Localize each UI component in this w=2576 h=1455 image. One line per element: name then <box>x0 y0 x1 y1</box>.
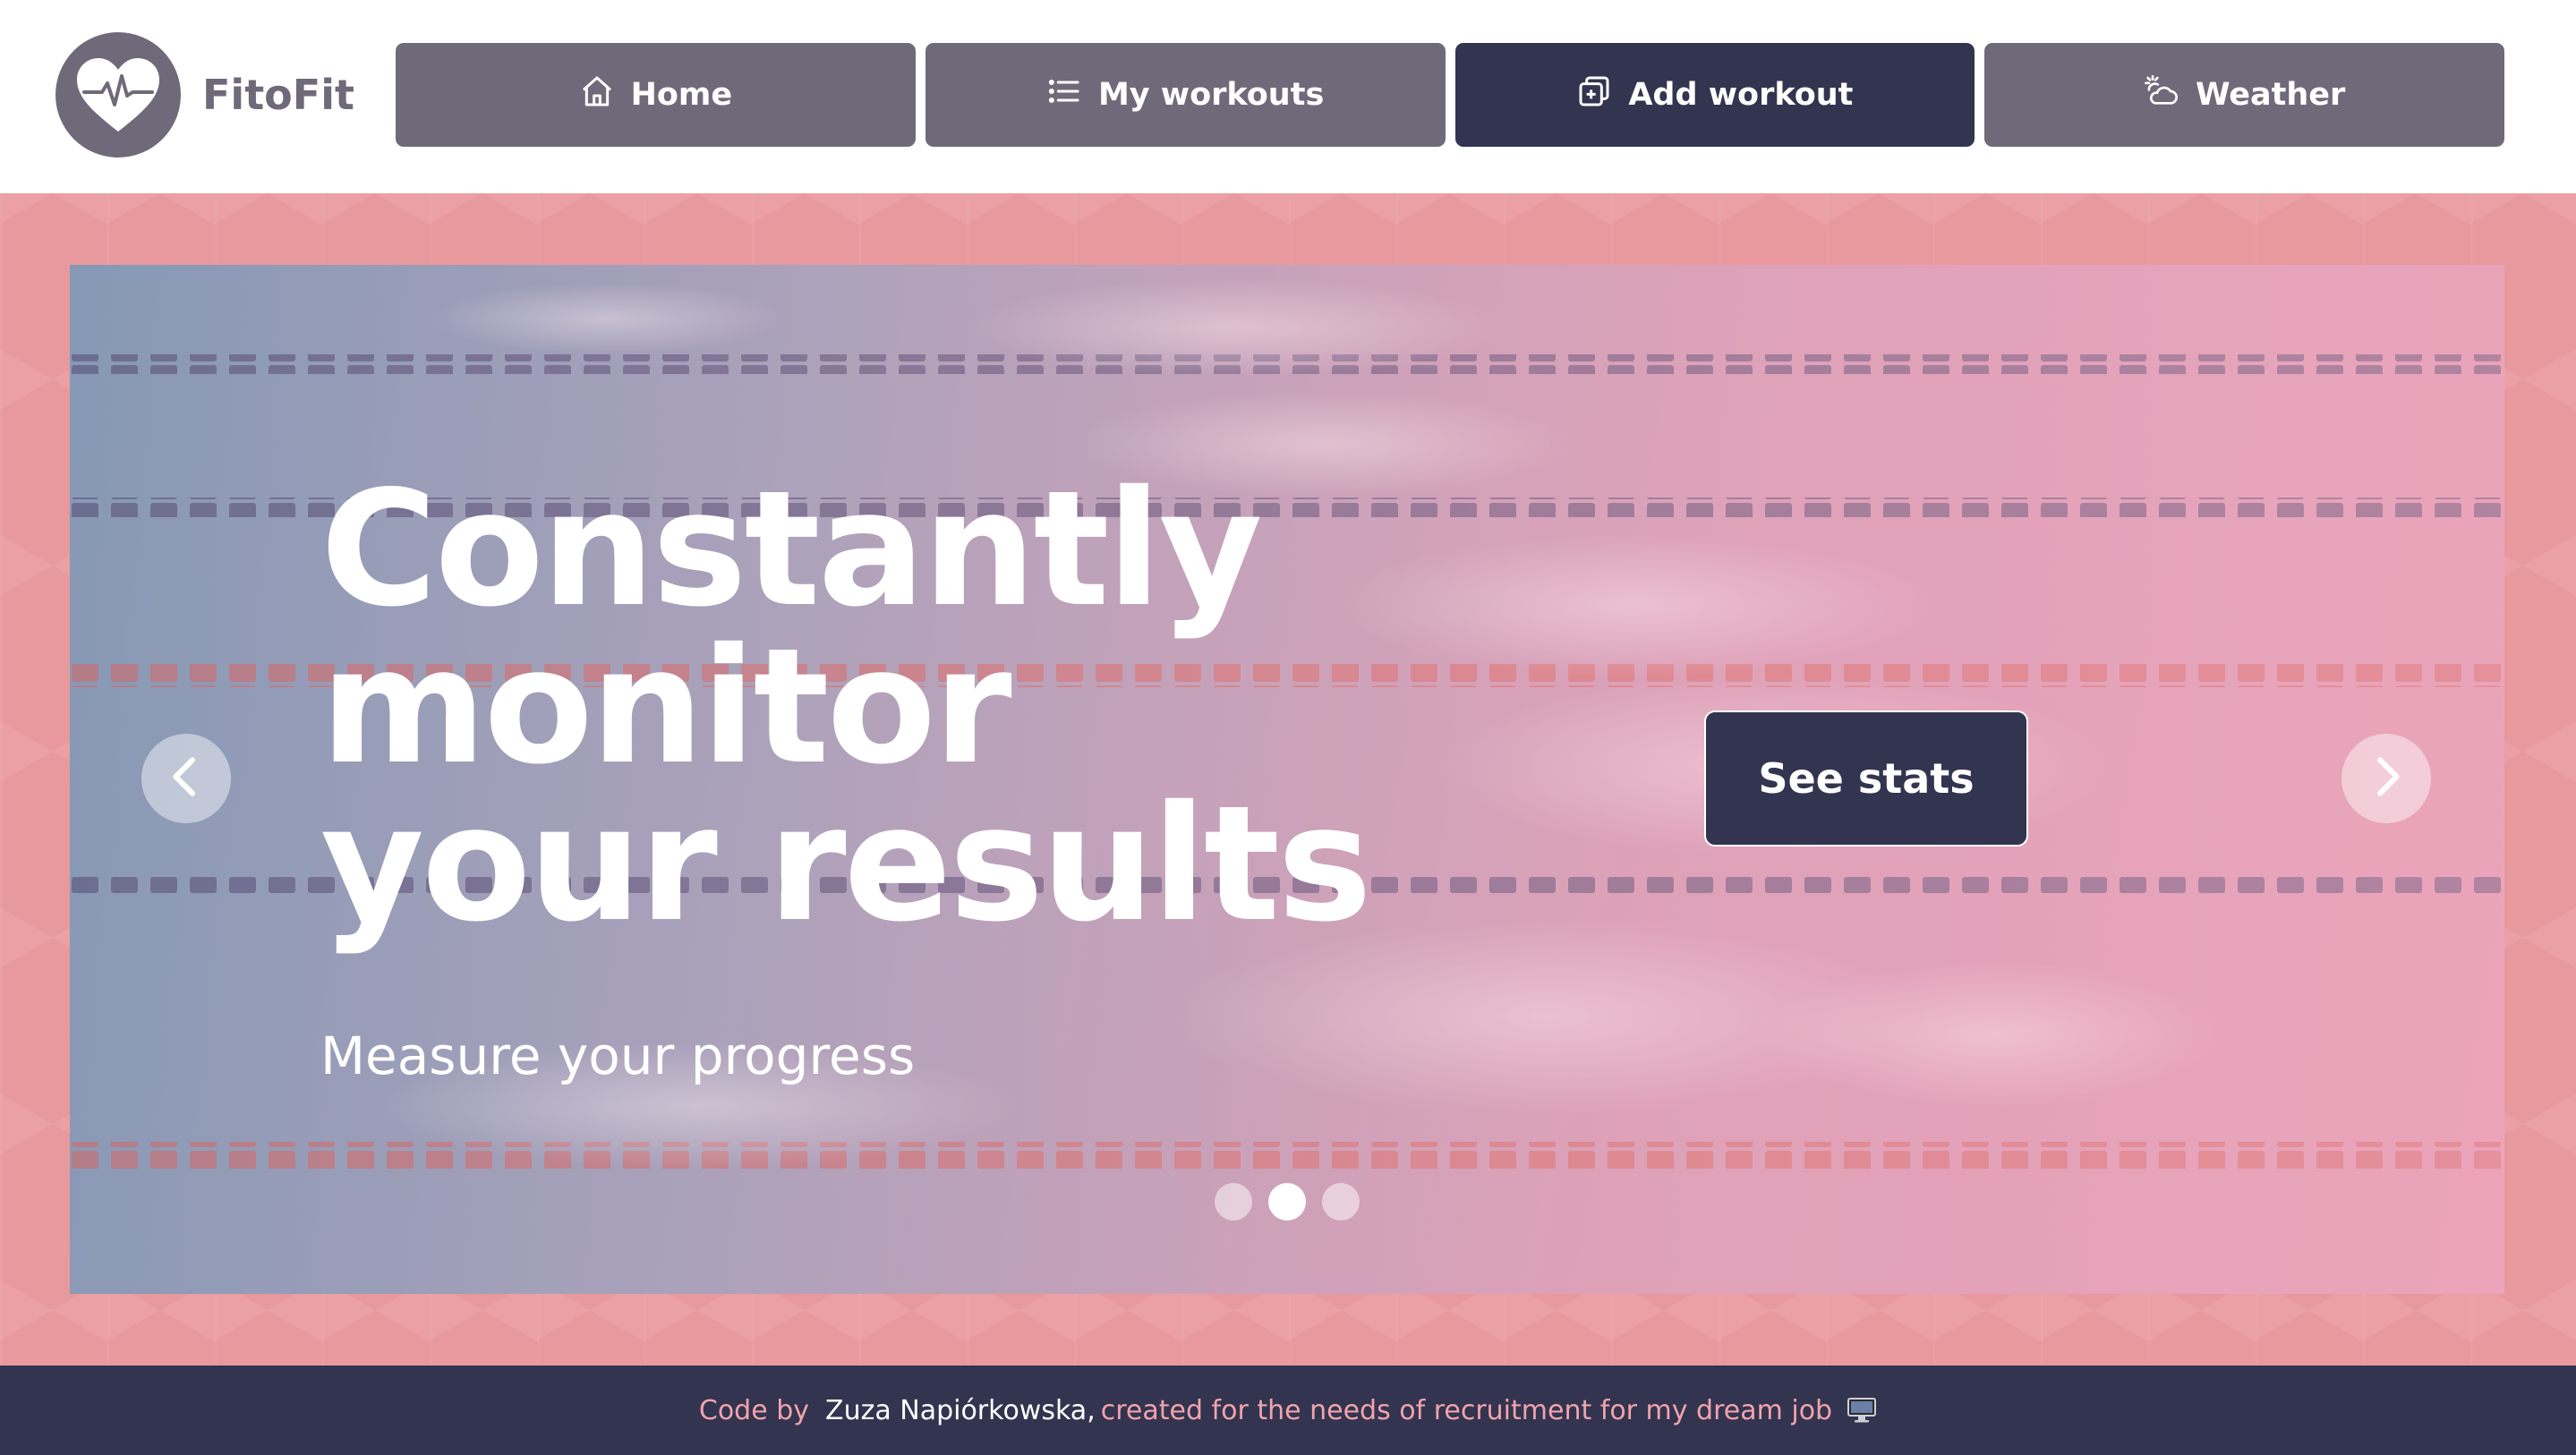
nav-my-workouts-button[interactable]: My workouts <box>925 43 1446 147</box>
slide-title: Constantly monitor your results <box>320 456 1372 957</box>
computer-icon <box>1847 1397 1877 1424</box>
home-icon <box>579 73 615 117</box>
footer-suffix: created for the needs of recruitment for… <box>1100 1394 1833 1426</box>
sun-cloud-icon <box>2144 73 2179 117</box>
nav-weather-button[interactable]: Weather <box>1984 43 2504 147</box>
brand-name: FitoFit <box>202 71 354 119</box>
hero-carousel: Constantly monitor your results Measure … <box>70 265 2504 1294</box>
slide-subtitle: Measure your progress <box>320 1025 916 1086</box>
carousel-indicators <box>1215 1183 1360 1221</box>
chevron-left-icon <box>161 752 211 806</box>
carousel-dot-1[interactable] <box>1215 1183 1252 1221</box>
nav-home-label: Home <box>630 77 733 113</box>
heart-pulse-logo-icon <box>55 32 181 157</box>
carousel-prev-button[interactable] <box>141 734 231 823</box>
footer-prefix: Code by <box>698 1394 810 1426</box>
brand[interactable]: FitoFit <box>55 32 354 157</box>
see-stats-button[interactable]: See stats <box>1704 710 2028 847</box>
nav-home-button[interactable]: Home <box>396 43 916 147</box>
carousel-dot-3[interactable] <box>1322 1183 1360 1221</box>
main-nav: Home My workouts Add workout Weather <box>396 43 2504 147</box>
nav-add-workout-label: Add workout <box>1628 77 1854 113</box>
footer-author-link[interactable]: Zuza Napiórkowska, <box>825 1395 1096 1426</box>
list-icon <box>1046 73 1082 117</box>
chevron-right-icon <box>2361 752 2411 806</box>
site-footer: Code by Zuza Napiórkowska, created for t… <box>0 1366 2576 1455</box>
nav-add-workout-button[interactable]: Add workout <box>1454 43 1975 147</box>
nav-my-workouts-label: My workouts <box>1097 77 1325 113</box>
site-header: FitoFit Home My workouts Add workout Wea… <box>0 0 2576 193</box>
add-square-icon <box>1576 73 1612 117</box>
carousel-next-button[interactable] <box>2341 734 2431 823</box>
hero-section: Constantly monitor your results Measure … <box>0 193 2576 1366</box>
carousel-dot-2[interactable] <box>1268 1183 1306 1221</box>
nav-weather-label: Weather <box>2195 77 2346 113</box>
